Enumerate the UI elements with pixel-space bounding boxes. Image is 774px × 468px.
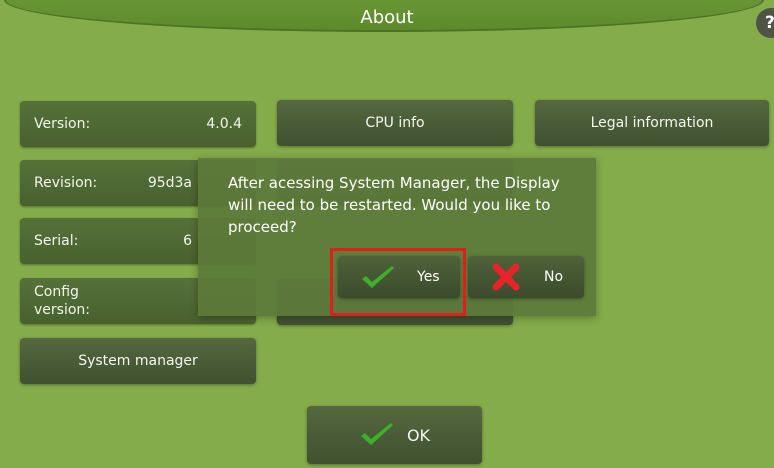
- system-manager-button[interactable]: System manager: [20, 338, 256, 384]
- cpu-info-button[interactable]: CPU info: [277, 100, 513, 146]
- serial-label: Serial:: [34, 233, 79, 249]
- legal-information-button[interactable]: Legal information: [535, 100, 769, 146]
- question-mark-icon[interactable]: ?: [756, 8, 774, 38]
- cpu-info-label: CPU info: [365, 115, 425, 131]
- page-title: About: [360, 7, 414, 28]
- revision-value: 95d3a: [147, 175, 192, 191]
- version-label: Version:: [34, 116, 91, 132]
- version-value: 4.0.4: [206, 116, 242, 132]
- ok-label: OK: [406, 425, 431, 445]
- legal-information-label: Legal information: [590, 115, 714, 131]
- check-icon: [359, 422, 395, 448]
- no-button[interactable]: No: [468, 256, 584, 298]
- version-panel: Version: 4.0.4: [20, 101, 256, 147]
- ok-button[interactable]: OK: [307, 406, 482, 464]
- serial-value: 6: [183, 233, 192, 249]
- system-manager-label: System manager: [78, 353, 198, 369]
- dialog-message: After acessing System Manager, the Displ…: [228, 174, 560, 236]
- no-label: No: [544, 269, 564, 285]
- yes-highlight-box: [330, 248, 466, 316]
- close-x-icon: [492, 263, 520, 291]
- revision-label: Revision:: [34, 175, 98, 191]
